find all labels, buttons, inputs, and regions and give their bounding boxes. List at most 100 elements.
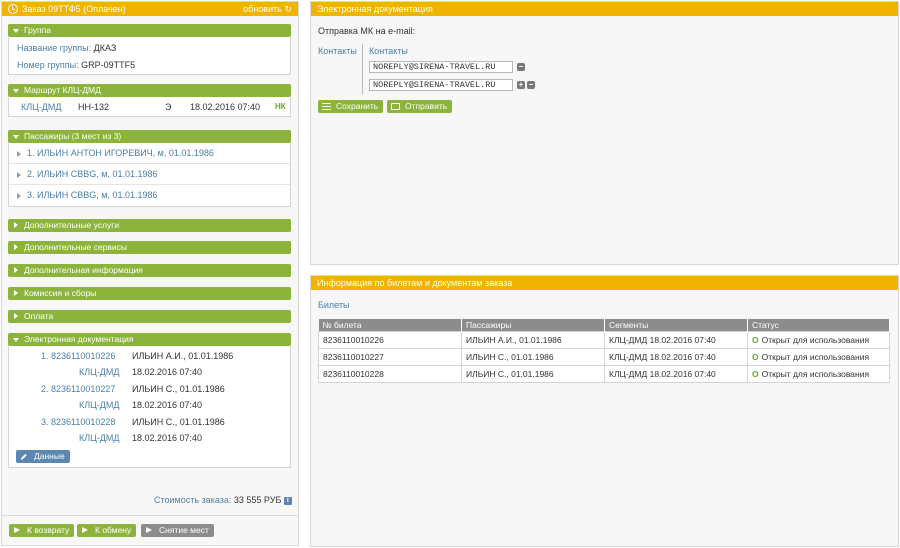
list-icon <box>322 103 331 110</box>
route-datetime: 18.02.2016 07:40 <box>190 102 261 112</box>
remove-email-button[interactable]: − <box>517 63 525 71</box>
chevron-right-icon <box>14 244 18 250</box>
route-section-title: Маршрут КЛЦ-ДМД <box>24 85 101 95</box>
refund-button-label: К возврату <box>27 525 70 535</box>
route-class: Э <box>165 102 172 112</box>
edoc-segment: КЛЦ-ДМД <box>79 433 120 443</box>
group-section-body: Название группы: ДКАЗ Номер группы: GRP-… <box>8 37 291 75</box>
ticket-passenger: ИЛЬИН А.И., 01.01.1986 <box>461 330 605 349</box>
extra-services-section[interactable]: Дополнительные услуги <box>8 219 291 232</box>
email-field[interactable]: NOREPLY@SIRENA-TRAVEL.RU <box>369 79 513 91</box>
passenger-item[interactable]: 1. ИЛЬИН АНТОН ИГОРЕВИЧ, м, 01.01.1986 <box>9 143 290 164</box>
column-header[interactable]: Сегменты <box>604 319 748 331</box>
contacts-side-label: Контакты <box>318 46 357 56</box>
exchange-button-label: К обмену <box>95 525 132 535</box>
section-title: Дополнительные услуги <box>24 220 120 230</box>
edoc-ticket-link[interactable]: 3. 8236110010228 <box>41 417 115 427</box>
section-title: Дополнительная информация <box>24 265 143 275</box>
table-row[interactable]: 8236110010226 ИЛЬИН А.И., 01.01.1986 КЛЦ… <box>318 330 890 349</box>
ticket-passenger: ИЛЬИН С., 01.01.1986 <box>461 347 605 366</box>
arrow-right-icon <box>82 527 88 533</box>
column-header[interactable]: Статус <box>747 319 890 331</box>
chevron-right-icon <box>14 313 18 319</box>
ticket-status: О Открыт для использования <box>747 364 890 383</box>
edoc-segment: КЛЦ-ДМД <box>79 367 120 377</box>
refresh-label: обновить <box>243 4 282 14</box>
remove-email-button[interactable]: − <box>527 81 535 89</box>
group-name-value: ДКАЗ <box>93 43 117 53</box>
route-flight: НН-132 <box>78 102 110 112</box>
column-header[interactable]: Пассажиры <box>461 319 605 331</box>
chevron-down-icon <box>13 338 19 342</box>
passengers-section-header[interactable]: Пассажиры (3 мест из 3) <box>8 130 291 143</box>
data-button[interactable]: Данные <box>16 450 70 463</box>
refresh-icon: ↻ <box>284 4 292 14</box>
table-row[interactable]: 8236110010228 ИЛЬИН С., 01.01.1986 КЛЦ-Д… <box>318 364 890 383</box>
divider <box>2 515 298 516</box>
send-email-label: Отправка МК на e-mail: <box>318 26 416 36</box>
status-text: Открыт для использования <box>761 334 870 345</box>
edoc-section-header[interactable]: Электронная документация <box>8 333 291 346</box>
mail-icon <box>391 103 400 110</box>
passenger-label: 1. ИЛЬИН АНТОН ИГОРЕВИЧ, м, 01.01.1986 <box>27 148 214 158</box>
chevron-down-icon <box>13 135 19 139</box>
payment-section[interactable]: Оплата <box>8 310 291 323</box>
chevron-right-icon <box>14 267 18 273</box>
route-row[interactable]: КЛЦ-ДМД НН-132 Э 18.02.2016 07:40 НК <box>8 97 291 117</box>
tickets-info-panel: Информация по билетам и документам заказ… <box>310 275 899 547</box>
ticket-number: 8236110010227 <box>318 347 462 366</box>
refresh-link[interactable]: обновить ↻ <box>243 2 292 16</box>
add-email-button[interactable]: + <box>517 81 525 89</box>
ticket-number: 8236110010228 <box>318 364 462 383</box>
send-button[interactable]: Отправить <box>387 100 453 113</box>
exchange-button[interactable]: К обмену <box>77 524 137 537</box>
section-title: Оплата <box>24 311 54 321</box>
group-number-value: GRP-09TTF5 <box>81 60 136 70</box>
commission-section[interactable]: Комиссия и сборы <box>8 287 291 300</box>
status-text: Открыт для использования <box>761 351 870 362</box>
ticket-number: 8236110010226 <box>318 330 462 349</box>
chevron-right-icon <box>14 290 18 296</box>
route-section: Маршрут КЛЦ-ДМД КЛЦ-ДМД НН-132 Э 18.02.2… <box>8 84 291 117</box>
extra-services2-section[interactable]: Дополнительные сервисы <box>8 241 291 254</box>
info-icon[interactable]: i <box>283 496 292 505</box>
route-section-header[interactable]: Маршрут КЛЦ-ДМД <box>8 84 291 97</box>
save-button[interactable]: Сохранить <box>318 100 384 113</box>
column-header[interactable]: № билета <box>318 319 462 331</box>
edoc-section: Электронная документация 1. 823611001022… <box>8 333 291 468</box>
order-panel-header: Заказ 09ТТФ5 (Оплачен) обновить ↻ <box>2 2 298 16</box>
passengers-list: 1. ИЛЬИН АНТОН ИГОРЕВИЧ, м, 01.01.1986 2… <box>8 143 291 207</box>
save-button-label: Сохранить <box>336 101 379 111</box>
email-field[interactable]: NOREPLY@SIRENA-TRAVEL.RU <box>369 61 513 73</box>
edoc-ticket-link[interactable]: 2. 8236110010227 <box>41 384 115 394</box>
send-button-label: Отправить <box>405 101 448 111</box>
edoc-panel: Электронная документация <box>310 1 899 265</box>
ticket-status: О Открыт для использования <box>747 330 890 349</box>
ticket-segment: КЛЦ-ДМД 18.02.2016 07:40 <box>604 347 748 366</box>
table-row[interactable]: 8236110010227 ИЛЬИН С., 01.01.1986 КЛЦ-Д… <box>318 347 890 366</box>
route-status: НК <box>275 102 286 111</box>
clock-icon <box>8 4 18 14</box>
section-title: Комиссия и сборы <box>24 288 97 298</box>
cancel-seats-button[interactable]: Снятие мест <box>141 524 214 537</box>
passenger-label: 3. ИЛЬИН СВВG, м, 01.01.1986 <box>27 190 158 200</box>
table-header-row: № билета Пассажиры Сегменты Статус <box>318 319 890 331</box>
group-section-title: Группа <box>24 25 51 35</box>
arrow-right-icon <box>14 527 20 533</box>
group-section-header[interactable]: Группа <box>8 24 291 37</box>
extra-info-section[interactable]: Дополнительная информация <box>8 264 291 277</box>
passenger-item[interactable]: 3. ИЛЬИН СВВG, м, 01.01.1986 <box>9 185 290 206</box>
group-number-label: Номер группы: <box>17 60 79 70</box>
passenger-item[interactable]: 2. ИЛЬИН СВВG, м, 01.01.1986 <box>9 164 290 185</box>
ticket-passenger: ИЛЬИН С., 01.01.1986 <box>461 364 605 383</box>
data-button-label: Данные <box>34 451 65 461</box>
edoc-segment: КЛЦ-ДМД <box>79 400 120 410</box>
edoc-ticket-link[interactable]: 1. 8236110010226 <box>41 351 115 361</box>
edoc-section-title: Электронная документация <box>24 334 134 344</box>
chevron-down-icon <box>13 89 19 93</box>
edoc-panel-header: Электронная документация <box>311 2 898 16</box>
order-title: Заказ 09ТТФ5 (Оплачен) <box>22 4 126 14</box>
edoc-section-body: 1. 8236110010226 ИЛЬИН А.И., 01.01.1986 … <box>8 346 291 468</box>
refund-button[interactable]: К возврату <box>9 524 75 537</box>
edoc-passenger: ИЛЬИН С., 01.01.1986 <box>132 384 225 394</box>
